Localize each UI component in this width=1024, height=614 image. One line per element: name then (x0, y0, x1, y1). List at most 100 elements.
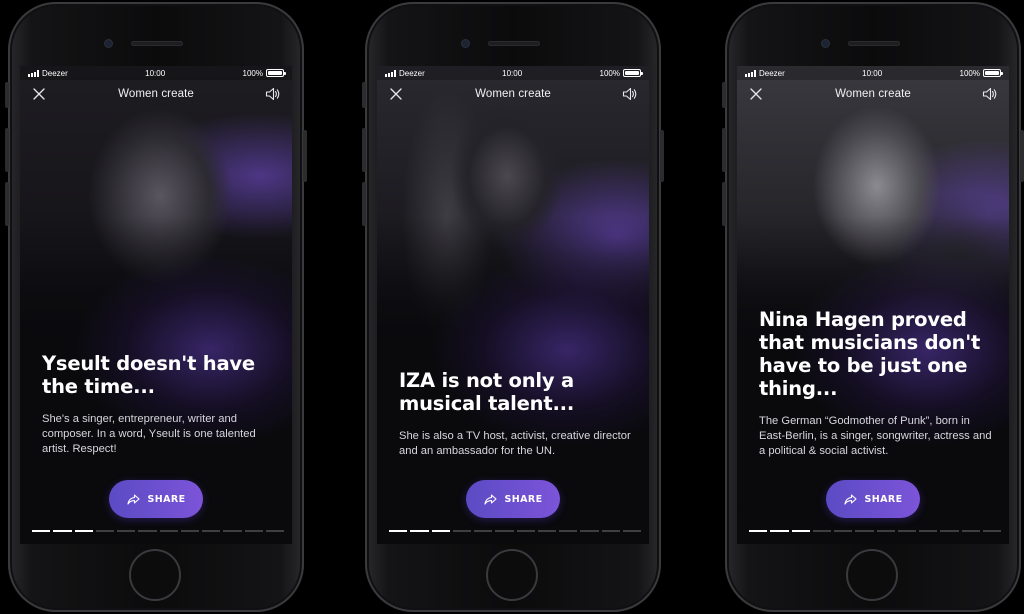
status-right: 100% (959, 68, 1003, 78)
progress-segment (897, 530, 916, 532)
signal-icon (385, 69, 396, 77)
share-button[interactable]: SHARE (826, 480, 920, 518)
carrier-name: Deezer (759, 68, 785, 78)
speaker-icon[interactable] (621, 85, 639, 103)
progress-segment (95, 530, 114, 532)
home-button (129, 549, 181, 601)
close-icon[interactable] (747, 85, 765, 103)
front-camera (462, 40, 469, 47)
share-icon (843, 493, 857, 505)
signal-icon (28, 69, 39, 77)
volume-down-button (362, 182, 366, 226)
front-camera (822, 40, 829, 47)
status-left: Deezer (385, 69, 425, 78)
carrier-name: Deezer (42, 68, 68, 78)
progress-segment (812, 530, 831, 532)
progress-segment (159, 530, 178, 532)
progress-segment (265, 530, 284, 532)
close-icon[interactable] (387, 85, 405, 103)
story-content: Yseult doesn't have the time... She's a … (42, 352, 276, 457)
battery-icon (622, 69, 643, 77)
progress-segment (452, 530, 471, 532)
story-progress (389, 530, 641, 532)
volume-down-button (722, 182, 726, 226)
progress-segment (389, 530, 408, 532)
status-right: 100% (599, 68, 643, 78)
progress-segment (580, 530, 599, 532)
story-headline: Nina Hagen proved that musicians don't h… (759, 308, 981, 400)
story-body: The German “Godmother of Punk”, born in … (759, 415, 992, 457)
story-header: Women create (20, 82, 292, 106)
share-button[interactable]: SHARE (466, 480, 560, 518)
close-icon[interactable] (30, 85, 48, 103)
speaker-icon[interactable] (981, 85, 999, 103)
progress-segment (601, 530, 620, 532)
progress-segment (180, 530, 199, 532)
earpiece-speaker (848, 41, 900, 46)
story-title: Women create (835, 88, 911, 100)
status-left: Deezer (28, 69, 68, 78)
story-headline: Yseult doesn't have the time... (42, 352, 255, 398)
battery-percent: 100% (959, 68, 980, 78)
story-header: Women create (377, 82, 649, 106)
phone-mockup-2: Deezer 10:00 100% Women create IZA is no… (362, 2, 664, 612)
carrier-name: Deezer (399, 68, 425, 78)
home-button (846, 549, 898, 601)
story-screen: Deezer 10:00 100% Women create Yseult do… (20, 66, 292, 544)
progress-segment (961, 530, 980, 532)
story-screen: Deezer 10:00 100% Women create Nina Hage… (737, 66, 1009, 544)
status-bar: Deezer 10:00 100% (377, 66, 649, 80)
status-time: 10:00 (862, 68, 883, 78)
earpiece-speaker (488, 41, 540, 46)
progress-segment (982, 530, 1001, 532)
share-button[interactable]: SHARE (109, 480, 203, 518)
share-label: SHARE (504, 493, 543, 505)
progress-segment (223, 530, 242, 532)
power-button (303, 130, 307, 182)
progress-segment (940, 530, 959, 532)
story-title: Women create (475, 88, 551, 100)
status-bar: Deezer 10:00 100% (737, 66, 1009, 80)
power-button (1020, 130, 1024, 182)
phone-mockup-1: Deezer 10:00 100% Women create Yseult do… (5, 2, 307, 612)
share-label: SHARE (864, 493, 903, 505)
progress-segment (410, 530, 429, 532)
battery-percent: 100% (599, 68, 620, 78)
progress-segment (559, 530, 578, 532)
story-progress (749, 530, 1001, 532)
story-headline: IZA is not only a musical talent... (399, 369, 575, 415)
story-header: Women create (737, 82, 1009, 106)
share-label: SHARE (147, 493, 186, 505)
progress-segment (855, 530, 874, 532)
progress-segment (202, 530, 221, 532)
progress-segment (770, 530, 789, 532)
progress-segment (919, 530, 938, 532)
battery-icon (982, 69, 1003, 77)
status-time: 10:00 (145, 68, 166, 78)
volume-up-button (722, 128, 726, 172)
speaker-icon[interactable] (264, 85, 282, 103)
share-icon (126, 493, 140, 505)
story-content: IZA is not only a musical talent... She … (399, 369, 633, 459)
progress-segment (117, 530, 136, 532)
progress-segment (749, 530, 768, 532)
progress-segment (791, 530, 810, 532)
progress-segment (495, 530, 514, 532)
story-progress (32, 530, 284, 532)
progress-segment (74, 530, 93, 532)
story-body: She is also a TV host, activist, creativ… (399, 430, 631, 457)
mute-switch (5, 82, 9, 108)
story-title: Women create (118, 88, 194, 100)
volume-down-button (5, 182, 9, 226)
progress-segment (537, 530, 556, 532)
progress-segment (244, 530, 263, 532)
front-camera (105, 40, 112, 47)
status-left: Deezer (745, 69, 785, 78)
phone-mockup-3: Deezer 10:00 100% Women create Nina Hage… (722, 2, 1024, 612)
status-time: 10:00 (502, 68, 523, 78)
share-icon (483, 493, 497, 505)
battery-percent: 100% (242, 68, 263, 78)
signal-icon (745, 69, 756, 77)
progress-segment (431, 530, 450, 532)
mute-switch (362, 82, 366, 108)
